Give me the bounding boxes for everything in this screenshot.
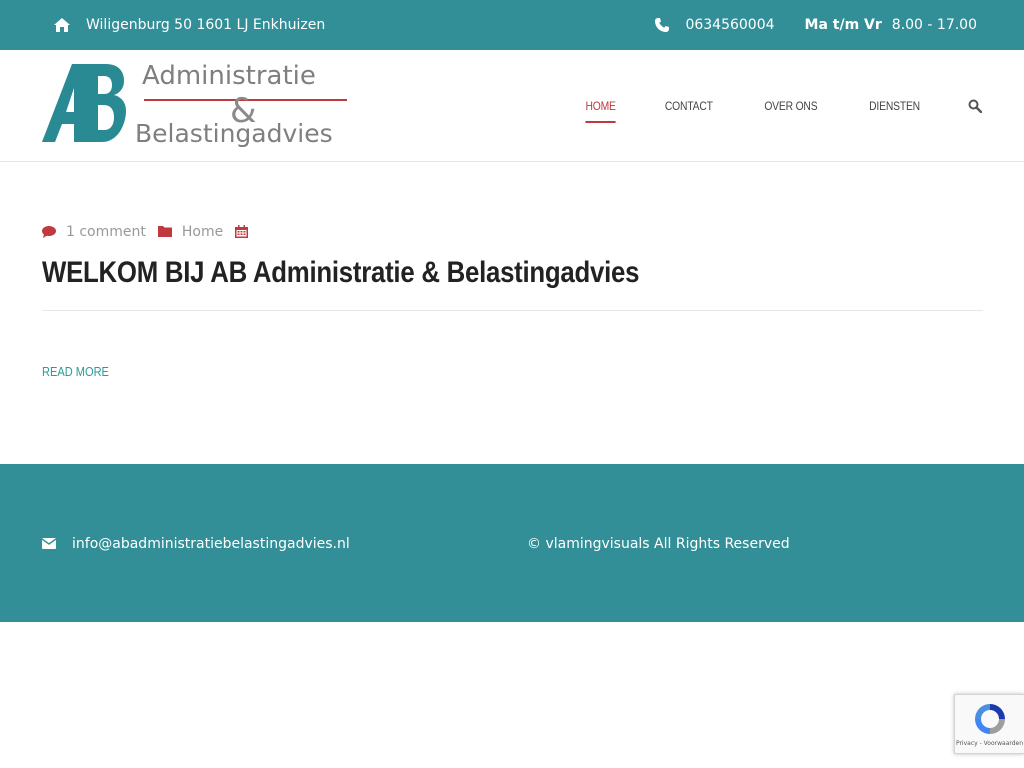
address-info: Wiligenburg 50 1601 LJ Enkhuizen: [54, 0, 325, 50]
envelope-icon: [42, 538, 56, 550]
copyright-text: © vlamingvisuals All Rights Reserved: [527, 536, 790, 552]
recaptcha-badge[interactable]: Privacy - Voorwaarden: [954, 694, 1024, 754]
recaptcha-text[interactable]: Privacy - Voorwaarden: [955, 740, 1024, 747]
calendar-icon: [235, 225, 249, 239]
home-icon: [54, 18, 70, 32]
nav-item-contact[interactable]: CONTACT: [665, 91, 713, 121]
contact-info: 0634560004 Ma t/m Vr 8.00 - 17.00: [655, 0, 977, 50]
read-more-link[interactable]: READ MORE: [42, 364, 109, 379]
post-title[interactable]: WELKOM BIJ AB Administratie & Belastinga…: [42, 256, 639, 290]
logo-line1: Administratie: [142, 61, 316, 91]
recaptcha-icon: [972, 702, 1008, 736]
main-nav: HOME CONTACT OVER ONS DIENSTEN: [540, 50, 982, 162]
post-category[interactable]: Home: [182, 224, 223, 240]
email-address[interactable]: info@abadministratiebelastingadvies.nl: [72, 536, 350, 552]
site-header: Administratie & Belastingadvies HOME CON…: [0, 50, 1024, 162]
hours-label: Ma t/m Vr: [804, 17, 882, 33]
site-logo[interactable]: Administratie & Belastingadvies: [42, 60, 362, 152]
folder-icon: [157, 225, 172, 239]
divider: [42, 310, 983, 311]
comment-icon: [42, 225, 56, 239]
address-text: Wiligenburg 50 1601 LJ Enkhuizen: [86, 17, 326, 33]
nav-item-home[interactable]: HOME: [585, 91, 617, 123]
phone-number[interactable]: 0634560004: [685, 17, 774, 33]
footer-email: info@abadministratiebelastingadvies.nl: [42, 536, 350, 552]
search-icon[interactable]: [968, 99, 982, 113]
nav-item-over-ons[interactable]: OVER ONS: [764, 91, 817, 121]
nav-item-diensten[interactable]: DIENSTEN: [869, 91, 920, 121]
comment-count[interactable]: 1 comment: [66, 224, 146, 240]
top-bar: Wiligenburg 50 1601 LJ Enkhuizen 0634560…: [0, 0, 1024, 50]
hours-value: 8.00 - 17.00: [891, 17, 977, 33]
phone-icon: [655, 18, 670, 32]
site-footer: info@abadministratiebelastingadvies.nl ©…: [0, 464, 1024, 622]
post-meta: 1 comment Home: [42, 224, 259, 240]
logo-line2: Belastingadvies: [135, 119, 333, 148]
